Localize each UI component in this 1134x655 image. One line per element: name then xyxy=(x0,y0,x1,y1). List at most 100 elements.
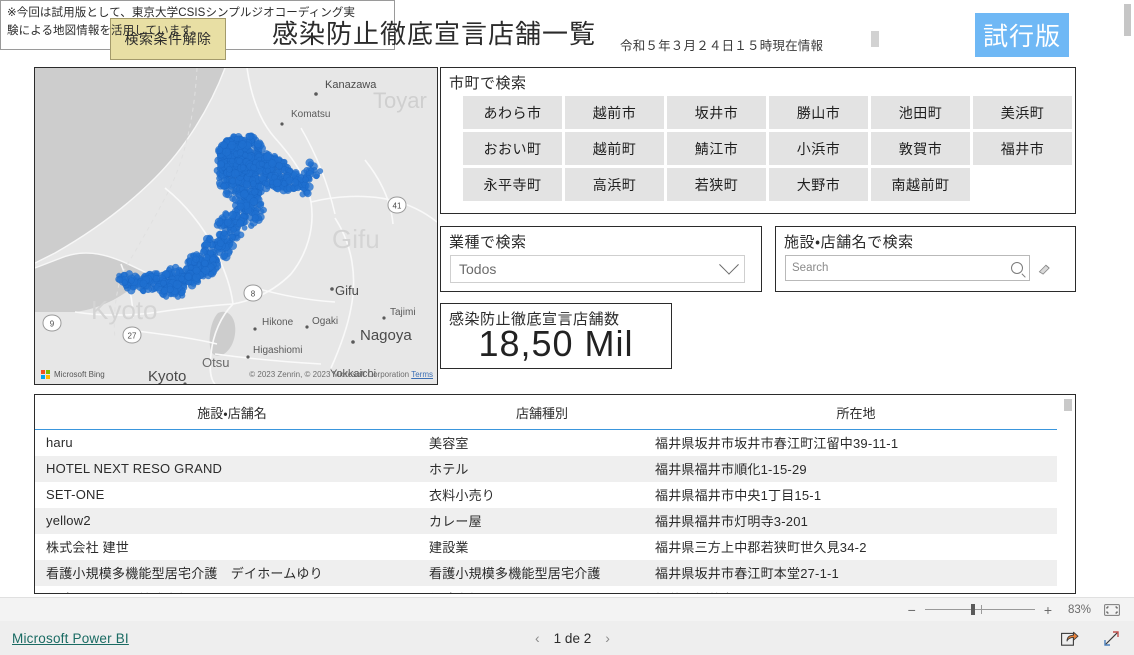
map-marker[interactable] xyxy=(240,189,249,199)
industry-select[interactable]: Todos xyxy=(450,254,745,283)
map-marker[interactable] xyxy=(230,169,240,179)
map-marker[interactable] xyxy=(238,140,247,149)
share-icon[interactable] xyxy=(1061,630,1079,646)
map-marker[interactable] xyxy=(229,177,237,185)
eraser-icon[interactable] xyxy=(1037,262,1052,275)
map-marker[interactable] xyxy=(263,181,270,187)
map-marker[interactable] xyxy=(163,293,170,300)
map-marker[interactable] xyxy=(236,202,245,211)
city-button-fukui[interactable]: 福井市 xyxy=(973,132,1072,165)
map-marker[interactable] xyxy=(128,277,135,284)
table-row[interactable]: SET-ONE 衣料小売り 福井県福井市中央1丁目15-1 xyxy=(35,482,1057,508)
city-button-minamiechizen[interactable]: 南越前町 xyxy=(871,168,970,201)
map-marker[interactable] xyxy=(230,226,237,233)
map-marker[interactable] xyxy=(291,178,300,187)
map-marker[interactable] xyxy=(272,178,282,188)
map-marker[interactable] xyxy=(228,241,238,251)
city-button-obama[interactable]: 小浜市 xyxy=(769,132,868,165)
map-marker[interactable] xyxy=(317,168,324,175)
map-marker[interactable] xyxy=(305,158,314,167)
column-header-store-name[interactable]: 施設・店舗名 xyxy=(35,395,429,430)
map-marker[interactable] xyxy=(161,286,169,295)
city-button-echizen-cho[interactable]: 越前町 xyxy=(565,132,664,165)
map-marker[interactable] xyxy=(264,167,271,174)
map-marker[interactable] xyxy=(152,275,160,283)
map-marker[interactable] xyxy=(220,251,229,260)
map-marker[interactable] xyxy=(178,289,186,296)
city-button-mihama[interactable]: 美浜町 xyxy=(973,96,1072,129)
map-marker[interactable] xyxy=(154,270,160,277)
city-button-echizen-shi[interactable]: 越前市 xyxy=(565,96,664,129)
map-marker[interactable] xyxy=(226,166,233,173)
map-marker[interactable] xyxy=(172,280,182,289)
trial-version-badge[interactable]: 試行版 xyxy=(975,13,1069,57)
power-bi-brand-link[interactable]: Microsoft Power BI xyxy=(12,631,129,646)
map-marker[interactable] xyxy=(305,182,314,192)
zoom-in-button[interactable]: + xyxy=(1044,603,1052,617)
map-marker[interactable] xyxy=(229,158,236,165)
map-marker[interactable] xyxy=(251,214,259,222)
map-marker[interactable] xyxy=(256,201,265,209)
map-marker[interactable] xyxy=(140,288,146,294)
map-marker[interactable] xyxy=(221,230,228,237)
map-marker[interactable] xyxy=(184,273,193,281)
table-row[interactable]: 看護小規模多機能型居宅介護 デイホームゆり 看護小規模多機能型居宅介護 福井県坂井市… xyxy=(35,560,1057,586)
city-button-sakai[interactable]: 坂井市 xyxy=(667,96,766,129)
city-button-ooi[interactable]: おおい町 xyxy=(463,132,562,165)
next-page-button[interactable]: › xyxy=(605,630,610,646)
map-marker[interactable] xyxy=(116,276,124,284)
map-marker[interactable] xyxy=(201,259,209,267)
city-button-ono[interactable]: 大野市 xyxy=(769,168,868,201)
map-marker[interactable] xyxy=(245,132,254,141)
store-table-panel[interactable]: 施設・店舗名 店舗種別 所在地 haru 美容室 福井県坂井市坂井市春江町江留中39… xyxy=(34,394,1076,594)
zoom-slider-thumb[interactable] xyxy=(970,604,975,615)
map-marker[interactable] xyxy=(178,275,185,283)
map-marker[interactable] xyxy=(125,270,133,278)
fullscreen-icon[interactable] xyxy=(1103,630,1120,647)
map-marker[interactable] xyxy=(249,197,259,206)
city-button-awara[interactable]: あわら市 xyxy=(463,96,562,129)
map-marker[interactable] xyxy=(192,255,200,263)
map-terms-link[interactable]: Terms xyxy=(411,370,433,379)
map-marker[interactable] xyxy=(222,147,231,157)
fit-to-page-icon[interactable] xyxy=(1104,603,1120,616)
city-button-wakasa[interactable]: 若狭町 xyxy=(667,168,766,201)
zoom-slider[interactable] xyxy=(924,604,1035,615)
map-marker[interactable] xyxy=(258,160,265,168)
column-header-store-type[interactable]: 店舗種別 xyxy=(429,395,655,430)
table-row[interactable]: yellow2 カレー屋 福井県福井市灯明寺3-201 xyxy=(35,508,1057,534)
map-marker[interactable] xyxy=(233,136,240,142)
map-marker[interactable] xyxy=(228,210,237,220)
map-marker[interactable] xyxy=(223,218,232,227)
city-button-takahama[interactable]: 高浜町 xyxy=(565,168,664,201)
table-row[interactable]: 保険のたけうち株式会社保険会社福井県福井市下馬3丁目1302 three8 2F xyxy=(35,586,1057,593)
map-marker[interactable] xyxy=(216,160,225,169)
map-marker[interactable] xyxy=(206,235,214,243)
map-marker[interactable] xyxy=(263,152,272,162)
table-scrollbar-thumb[interactable] xyxy=(1064,399,1072,411)
map-marker[interactable] xyxy=(217,239,225,247)
map-marker[interactable] xyxy=(268,159,277,168)
map-marker[interactable] xyxy=(220,141,228,149)
zoom-out-button[interactable]: − xyxy=(908,603,916,617)
map-marker[interactable] xyxy=(236,219,244,228)
city-button-sabae[interactable]: 鯖江市 xyxy=(667,132,766,165)
map-marker[interactable] xyxy=(249,180,257,188)
table-row[interactable]: haru 美容室 福井県坂井市坂井市春江町江留中39-11-1 xyxy=(35,430,1057,457)
map-marker[interactable] xyxy=(187,264,194,271)
map-marker[interactable] xyxy=(239,164,247,171)
map-marker[interactable] xyxy=(221,176,228,184)
map-marker[interactable] xyxy=(302,176,309,183)
map-marker[interactable] xyxy=(236,149,244,157)
map-visual[interactable]: 41 8 9 27 Kanazawa Komatsu Toyar Gifu Gi… xyxy=(34,67,438,385)
map-marker[interactable] xyxy=(214,217,224,227)
map-marker[interactable] xyxy=(139,279,148,288)
map-marker[interactable] xyxy=(253,140,262,149)
column-header-address[interactable]: 所在地 xyxy=(655,395,1057,430)
previous-page-button[interactable]: ‹ xyxy=(535,630,540,646)
table-row[interactable]: 株式会社 建世 建設業 福井県三方上中郡若狭町世久見34-2 xyxy=(35,534,1057,560)
table-row[interactable]: HOTEL NEXT RESO GRAND ホテル 福井県福井市順化1-15-29 xyxy=(35,456,1057,482)
store-name-search-box[interactable]: Search xyxy=(785,255,1030,281)
map-marker[interactable] xyxy=(222,189,231,198)
map-marker[interactable] xyxy=(313,173,320,180)
